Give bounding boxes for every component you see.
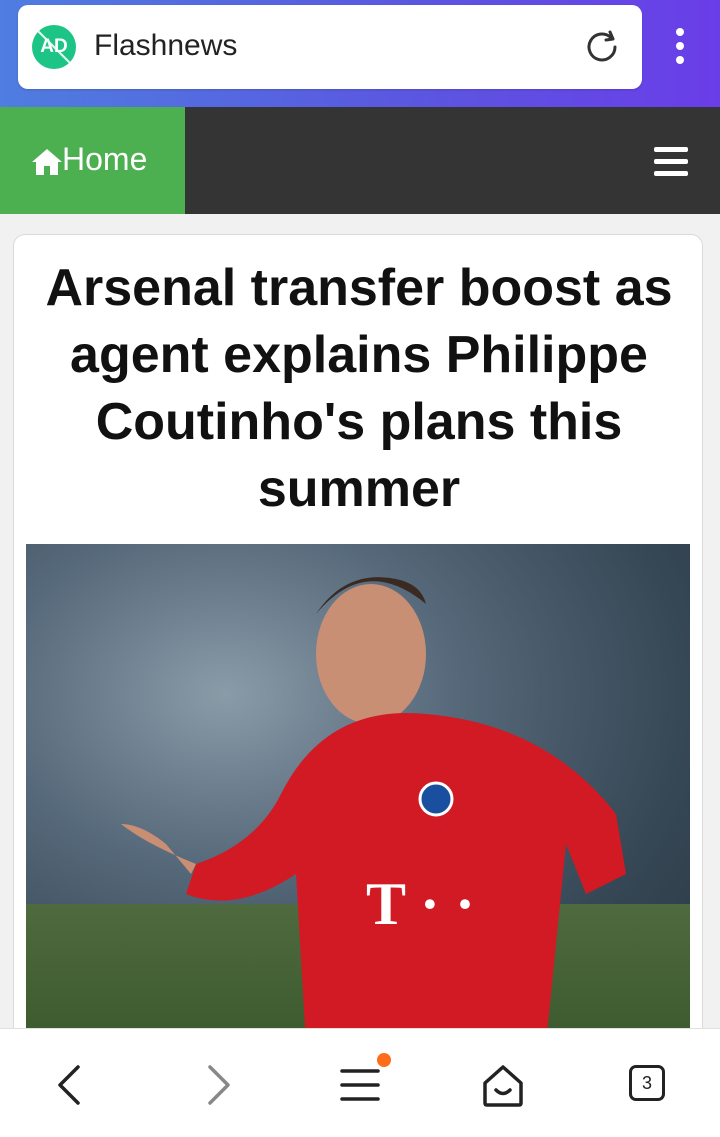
- article-card[interactable]: Arsenal transfer boost as agent explains…: [13, 234, 703, 1056]
- hamburger-menu-icon[interactable]: [654, 147, 688, 177]
- page-content: Arsenal transfer boost as agent explains…: [0, 214, 720, 1056]
- address-bar-title[interactable]: Flashnews: [94, 29, 237, 63]
- address-bar[interactable]: AD Flashnews: [18, 5, 642, 89]
- back-icon[interactable]: [42, 1057, 98, 1113]
- ad-block-icon[interactable]: AD: [32, 25, 76, 69]
- bottom-nav-bar: 3: [0, 1028, 720, 1137]
- home-label: Home: [62, 141, 148, 177]
- article-headline[interactable]: Arsenal transfer boost as agent explains…: [34, 255, 684, 523]
- home-tab-icon[interactable]: [475, 1057, 531, 1113]
- forward-icon[interactable]: [190, 1057, 246, 1113]
- home-icon: [32, 149, 62, 175]
- reload-icon[interactable]: [582, 27, 622, 67]
- tabs-icon[interactable]: 3: [629, 1065, 665, 1101]
- svg-text:T · ·: T · ·: [366, 871, 475, 937]
- home-button[interactable]: Home: [0, 107, 185, 214]
- browser-top-bar: AD Flashnews: [0, 0, 720, 107]
- more-vert-icon[interactable]: [662, 24, 698, 72]
- site-nav-bar: Home: [0, 107, 720, 214]
- notification-dot: [377, 1053, 391, 1067]
- article-image[interactable]: T · ·: [26, 544, 690, 1044]
